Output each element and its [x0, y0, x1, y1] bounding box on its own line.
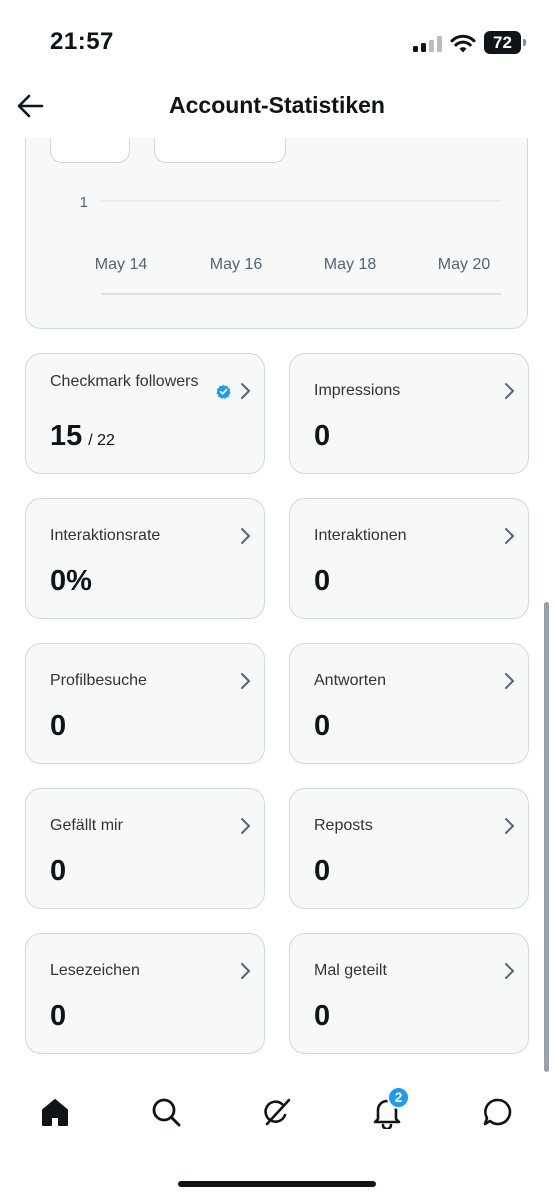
tile-value: 0 [50, 1000, 67, 1032]
tile-label: Antworten [314, 672, 387, 689]
chevron-right-icon [241, 818, 251, 834]
home-icon [42, 1099, 68, 1126]
tile-label: Interaktionsrate [50, 527, 161, 544]
tile-value: 0 [314, 420, 331, 452]
page-title: Account-Statistiken [169, 92, 385, 118]
tile-interaktionen[interactable]: Interaktionen 0 [289, 498, 529, 619]
chart-x-tick: May 14 [95, 256, 148, 273]
verified-badge-icon [216, 384, 231, 399]
tile-mal-geteilt[interactable]: Mal geteilt 0 [289, 933, 529, 1054]
search-icon [152, 1098, 181, 1127]
battery-level: 72 [484, 31, 521, 54]
tab-messages[interactable] [476, 1090, 520, 1134]
tile-label: Impressions [314, 382, 401, 399]
tab-search[interactable] [144, 1090, 188, 1134]
chevron-right-icon [505, 963, 515, 979]
tile-impressions[interactable]: Impressions 0 [289, 353, 529, 474]
tile-label: Profilbesuche [50, 672, 147, 689]
messages-icon [483, 1098, 512, 1126]
chevron-right-icon [505, 383, 515, 399]
line-chart: 3 1 May 14 May 16 May 18 May 20 [80, 138, 501, 295]
tile-value: 0 [50, 710, 67, 742]
tile-label: Interaktionen [314, 527, 407, 544]
tile-value: 0 [50, 855, 67, 887]
tile-lesezeichen[interactable]: Lesezeichen 0 [25, 933, 265, 1054]
tile-reposts[interactable]: Reposts 0 [289, 788, 529, 909]
tile-label: Lesezeichen [50, 962, 140, 979]
scrollbar[interactable] [544, 602, 549, 1072]
stats-content: 3 1 May 14 May 16 May 18 May 20 Checkmark fol… [0, 138, 554, 1058]
chevron-right-icon [505, 528, 515, 544]
wifi-icon [450, 34, 476, 53]
tab-grok[interactable] [255, 1090, 299, 1134]
tile-value: 0% [50, 565, 92, 597]
tile-value: 0 [314, 710, 331, 742]
tile-value-number: 15 [50, 420, 83, 452]
tile-gefaellt-mir[interactable]: Gefällt mir 0 [25, 788, 265, 909]
home-indicator [178, 1181, 376, 1187]
tile-label: Checkmark followers [50, 373, 199, 390]
chart-x-tick: May 18 [324, 256, 377, 273]
tile-value: 0 [314, 1000, 331, 1032]
chart-card: 3 1 May 14 May 16 May 18 May 20 [25, 138, 528, 329]
notifications-badge: 2 [387, 1086, 410, 1109]
tile-label: Mal geteilt [314, 962, 387, 979]
tile-checkmark-followers[interactable]: Checkmark followers 15 / 22 [25, 353, 265, 474]
chevron-right-icon [241, 673, 251, 689]
tile-value: 0 [314, 565, 331, 597]
status-bar: 21:57 72 [0, 0, 554, 80]
tile-value: 0 [314, 855, 331, 887]
chart-y-tick: 1 [80, 194, 88, 211]
tile-profilbesuche[interactable]: Profilbesuche 0 [25, 643, 265, 764]
chevron-right-icon [241, 383, 251, 399]
chevron-right-icon [241, 528, 251, 544]
tile-antworten[interactable]: Antworten 0 [289, 643, 529, 764]
tab-notifications[interactable]: 2 [365, 1086, 410, 1134]
cellular-signal-icon [413, 36, 443, 52]
tile-interaktionsrate[interactable]: Interaktionsrate 0% [25, 498, 265, 619]
tile-label: Gefällt mir [50, 817, 123, 834]
battery-icon: 72 [484, 31, 526, 54]
chart-x-tick: May 20 [438, 256, 491, 273]
tile-label: Reposts [314, 817, 373, 834]
tab-home[interactable] [33, 1090, 77, 1134]
chart-y-tick: 3 [80, 138, 88, 142]
chevron-right-icon [505, 673, 515, 689]
chart-x-tick: May 16 [210, 256, 263, 273]
header: Account-Statistiken [0, 80, 554, 136]
tile-value: 15 / 22 [50, 420, 115, 453]
chevron-right-icon [241, 963, 251, 979]
bottom-tab-bar: 2 [0, 1072, 554, 1199]
status-time: 21:57 [50, 28, 114, 55]
chevron-right-icon [505, 818, 515, 834]
tile-value-total: / 22 [88, 432, 115, 449]
grok-icon [264, 1098, 291, 1126]
